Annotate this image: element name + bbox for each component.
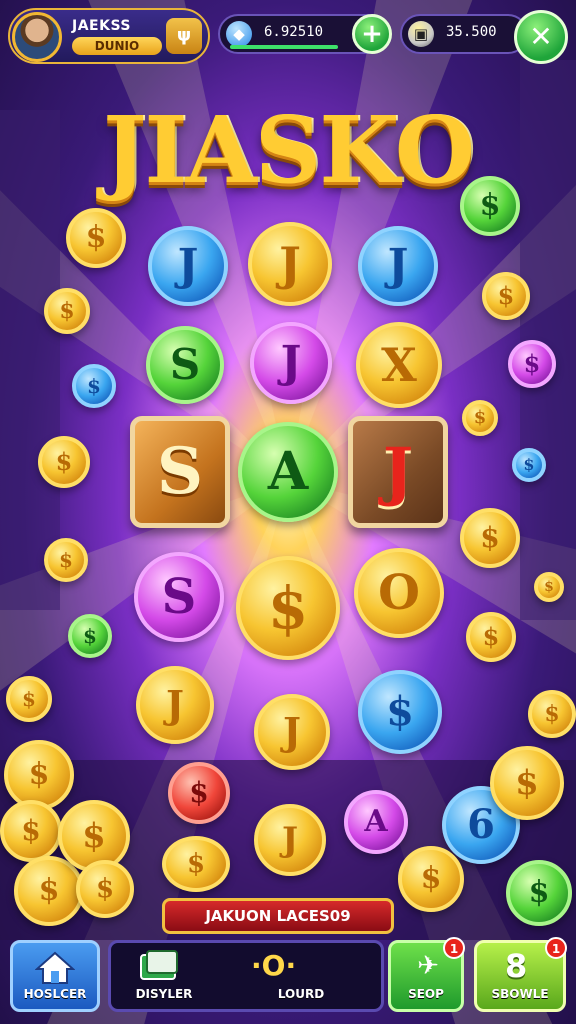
coin-pile: $ bbox=[4, 740, 74, 810]
coin-r1c3[interactable]: J bbox=[358, 226, 438, 306]
shop-label: SEOP bbox=[408, 987, 444, 1001]
coin-scatter: $ bbox=[44, 538, 88, 582]
coin-value: 35.500 bbox=[446, 24, 497, 40]
card-icon bbox=[140, 950, 178, 980]
coin-pile: $ bbox=[506, 860, 572, 926]
coin-scatter: $ bbox=[44, 288, 90, 334]
display-panel[interactable]: DISYLER ·O· LOURD bbox=[108, 940, 384, 1012]
coin-scatter: $ bbox=[460, 508, 520, 568]
jackpot-text: JAKUON LACES09 bbox=[205, 907, 351, 925]
tile-left[interactable]: S bbox=[130, 416, 230, 528]
coin-center[interactable]: A bbox=[238, 422, 338, 522]
coin-r4c1[interactable]: S bbox=[134, 552, 224, 642]
coin-r4c2[interactable]: $ bbox=[236, 556, 340, 660]
player-name: JAEKSS bbox=[72, 18, 131, 34]
display-label: DISYLER bbox=[135, 987, 193, 1001]
coin-pile: $ bbox=[490, 746, 564, 820]
coin-scatter: $ bbox=[466, 612, 516, 662]
coin-pile: J bbox=[254, 804, 326, 876]
coin-scatter: $ bbox=[482, 272, 530, 320]
store-button[interactable]: 8 1 SBOWLE bbox=[474, 937, 567, 1012]
close-button[interactable]: ✕ bbox=[514, 10, 568, 64]
coin-scatter: $ bbox=[68, 614, 112, 658]
coin-scatter: $ bbox=[460, 176, 520, 236]
coin-r1c2[interactable]: J bbox=[248, 222, 332, 306]
coin-pile: $ bbox=[398, 846, 464, 912]
gem-progress-bar bbox=[230, 45, 338, 49]
coin-scatter: J bbox=[254, 694, 330, 770]
gem-icon: ◆ bbox=[226, 21, 252, 47]
coin-scatter: $ bbox=[462, 400, 498, 436]
coin-scatter: $ bbox=[508, 340, 556, 388]
player-subtitle: DUNIO bbox=[72, 37, 162, 55]
tile-right[interactable]: J bbox=[348, 416, 448, 528]
home-label: HOSLCER bbox=[23, 987, 87, 1001]
coin-pile: $ bbox=[528, 690, 576, 738]
coin-pile: $ bbox=[168, 762, 230, 824]
coin-r1c1[interactable]: J bbox=[148, 226, 228, 306]
coin-pile: $ bbox=[162, 836, 230, 892]
jackpot-banner: JAKUON LACES09 bbox=[162, 898, 394, 934]
coin-r4c3[interactable]: O bbox=[354, 548, 444, 638]
coin-scatter: $ bbox=[6, 676, 52, 722]
coin-pile: $ bbox=[14, 856, 84, 926]
gem-value: 6.92510 bbox=[264, 24, 324, 40]
coin-scatter: $ bbox=[38, 436, 90, 488]
coin-r2c3[interactable]: X bbox=[356, 322, 442, 408]
coin-scatter: $ bbox=[358, 670, 442, 754]
coin-scatter: $ bbox=[534, 572, 564, 602]
lound-value: ·O· bbox=[251, 949, 297, 982]
coin-scatter: A bbox=[344, 790, 408, 854]
coin-balance: ▣ 35.500 bbox=[400, 14, 528, 54]
player-profile[interactable]: JAEKSS DUNIO ψ bbox=[8, 8, 210, 64]
coin-scatter: $ bbox=[66, 208, 126, 268]
store-badge: 1 bbox=[545, 937, 567, 959]
coin-scatter: $ bbox=[512, 448, 546, 482]
store-label: SBOWLE bbox=[491, 987, 549, 1001]
shop-button[interactable]: ✈ 1 SEOP bbox=[388, 937, 465, 1012]
shop-icon: ✈ bbox=[417, 951, 439, 981]
coin-scatter: $ bbox=[72, 364, 116, 408]
coin-pile: $ bbox=[76, 860, 134, 918]
trident-icon[interactable]: ψ bbox=[166, 18, 202, 54]
coin-icon: ▣ bbox=[408, 21, 434, 47]
shop-badge: 1 bbox=[443, 937, 465, 959]
add-gems-button[interactable]: + bbox=[352, 14, 392, 54]
coin-pile: $ bbox=[0, 800, 62, 862]
lound-label: LOURD bbox=[277, 987, 325, 1001]
store-icon: 8 bbox=[505, 947, 528, 985]
coin-r2c1[interactable]: S bbox=[146, 326, 224, 404]
house-icon bbox=[35, 951, 75, 984]
coin-r2c2[interactable]: J bbox=[250, 322, 332, 404]
coin-scatter: J bbox=[136, 666, 214, 744]
home-button[interactable]: HOSLCER bbox=[10, 940, 100, 1012]
avatar[interactable] bbox=[12, 12, 62, 62]
